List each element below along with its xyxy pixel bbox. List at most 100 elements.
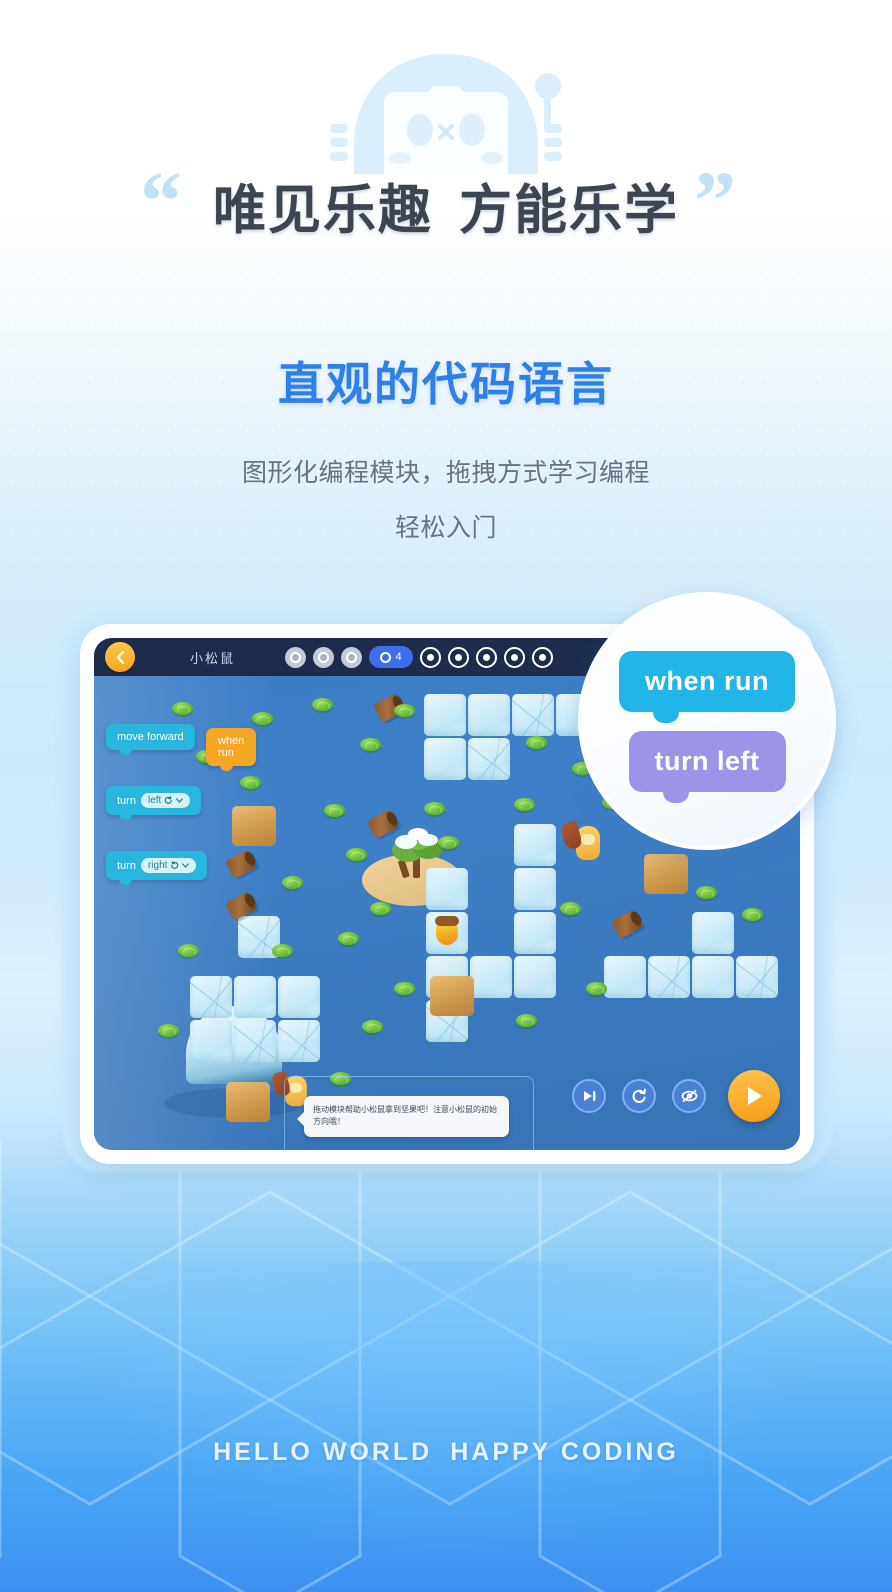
- headline-part1: 唯见乐趣: [213, 181, 433, 240]
- magnified-block-when-run[interactable]: when run: [619, 650, 795, 723]
- ice-tile: [278, 976, 320, 1018]
- lily-pad: [394, 704, 415, 717]
- board-controls: [572, 1070, 780, 1122]
- lily-pad: [742, 908, 763, 921]
- level-dot-3[interactable]: [341, 646, 363, 668]
- code-block-label: turn: [117, 859, 136, 872]
- code-block-label: turn: [117, 794, 136, 807]
- code-block-value: left: [147, 795, 162, 806]
- hexagon-pattern: [0, 1140, 892, 1592]
- lily-pad: [172, 702, 193, 715]
- eye-off-icon: [681, 1089, 697, 1103]
- section-title: 直观的代码语言: [278, 358, 614, 410]
- rotate-cw-icon: [171, 861, 179, 869]
- lily-pad: [312, 698, 333, 711]
- play-icon: [748, 1087, 762, 1105]
- level-indicator: 4: [285, 646, 554, 668]
- rotate-ccw-icon: [165, 796, 173, 804]
- promo-page: “ ” 唯见乐趣 方能乐学 直观的代码语言 图形化编程模块，拖拽方式学习编程 轻松…: [0, 0, 892, 1592]
- step-forward-button[interactable]: [572, 1079, 606, 1113]
- ice-tile: [514, 956, 556, 998]
- wooden-plank: [232, 806, 276, 846]
- ice-tile: [514, 912, 556, 954]
- section-subtitle-line2: 轻松入门: [394, 514, 497, 542]
- code-block-palette[interactable]: move forward turn left turn right when r…: [106, 724, 257, 894]
- magnifier-callout: when run turn left: [578, 592, 836, 850]
- hint-tooltip: 拖动模块帮助小松鼠拿到坚果吧！注意小松鼠的初始方向哦！: [297, 1096, 509, 1137]
- level-current-label: 4: [395, 651, 402, 663]
- level-dot-5[interactable]: [420, 646, 442, 668]
- code-block-turn-left[interactable]: turn left: [106, 786, 202, 820]
- lily-pad: [362, 1020, 383, 1033]
- level-dot-1[interactable]: [285, 646, 307, 668]
- ice-tile: [604, 956, 646, 998]
- lily-pad: [338, 932, 359, 945]
- code-block-label: when run: [218, 735, 245, 759]
- footer-text-1: HELLO WORLD: [213, 1438, 433, 1466]
- ice-tile-cracked: [190, 976, 232, 1018]
- level-current-ring: [380, 651, 392, 663]
- step-forward-icon: [583, 1091, 595, 1101]
- acorn-goal: [435, 916, 459, 945]
- squirrel-character: [576, 826, 600, 860]
- lily-pad: [346, 848, 367, 861]
- refresh-icon: [632, 1088, 646, 1103]
- level-dot-9[interactable]: [532, 646, 554, 668]
- lily-pad: [516, 1014, 537, 1027]
- lily-pad: [324, 804, 345, 817]
- reset-button[interactable]: [622, 1079, 656, 1113]
- lily-pad: [560, 902, 581, 915]
- lily-pad: [394, 982, 415, 995]
- ice-tile-cracked: [512, 694, 554, 736]
- lily-pad: [526, 736, 547, 749]
- level-dot-2[interactable]: [313, 646, 335, 668]
- lily-pad: [178, 944, 199, 957]
- headline-part2: 方能乐学: [459, 181, 679, 240]
- code-block-move-forward[interactable]: move forward: [106, 724, 195, 755]
- ice-tile-cracked: [278, 1020, 320, 1062]
- wooden-plank: [226, 1082, 270, 1122]
- lily-pad: [370, 902, 391, 915]
- code-block-when-run[interactable]: when run: [206, 728, 257, 771]
- code-block-value: right: [147, 860, 168, 871]
- ice-tile: [190, 1020, 232, 1062]
- lily-pad: [586, 982, 607, 995]
- lily-pad: [240, 776, 261, 789]
- level-dot-7[interactable]: [476, 646, 498, 668]
- code-block-dropdown-right[interactable]: right: [140, 858, 197, 873]
- magnified-block-turn-left[interactable]: turn left: [628, 730, 786, 803]
- ice-tile: [426, 868, 468, 910]
- ice-tile: [424, 694, 466, 736]
- lily-pad: [272, 944, 293, 957]
- code-block-turn-right[interactable]: turn right: [106, 851, 208, 885]
- lily-pad: [438, 836, 459, 849]
- lily-pad: [514, 798, 535, 811]
- headline: 唯见乐趣 方能乐学: [0, 168, 892, 244]
- level-dot-6[interactable]: [448, 646, 470, 668]
- chevron-down-icon: [176, 798, 184, 803]
- log-obstacle: [610, 909, 644, 939]
- ice-tile-cracked: [736, 956, 778, 998]
- lily-pad: [360, 738, 381, 751]
- code-block-label: move forward: [117, 731, 184, 743]
- ice-tile-cracked: [648, 956, 690, 998]
- ice-tile: [424, 738, 466, 780]
- chevron-down-icon: [182, 863, 190, 868]
- wooden-plank: [430, 976, 474, 1016]
- run-button[interactable]: [728, 1070, 780, 1122]
- ice-tile: [470, 956, 512, 998]
- level-dot-8[interactable]: [504, 646, 526, 668]
- lily-pad: [252, 712, 273, 725]
- ice-tile: [692, 956, 734, 998]
- section-subtitle-line1: 图形化编程模块，拖拽方式学习编程: [241, 459, 650, 487]
- lesson-title: 小松鼠: [190, 650, 236, 666]
- wooden-plank: [644, 854, 688, 894]
- chevron-left-icon: [116, 650, 124, 664]
- hide-button[interactable]: [672, 1079, 706, 1113]
- code-block-dropdown-left[interactable]: left: [140, 793, 191, 808]
- ice-tile: [234, 976, 276, 1018]
- level-dot-current[interactable]: 4: [369, 646, 414, 668]
- ice-tile-cracked: [468, 738, 510, 780]
- ice-tile: [468, 694, 510, 736]
- back-button[interactable]: [105, 642, 135, 672]
